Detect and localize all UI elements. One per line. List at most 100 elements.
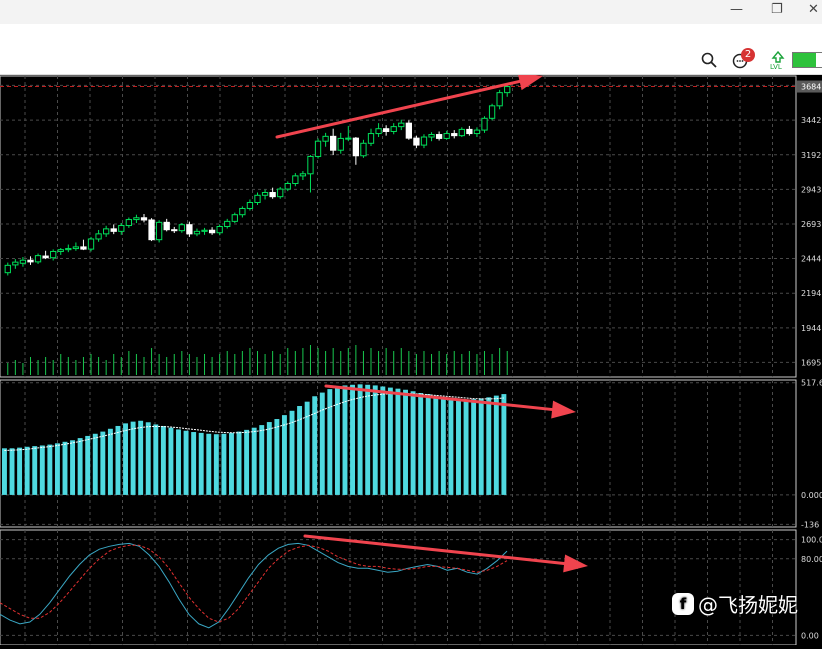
candle-body xyxy=(87,238,95,250)
restore-icon[interactable]: ❐ xyxy=(771,2,783,17)
candle-body xyxy=(458,128,465,137)
histogram-bar xyxy=(70,440,76,495)
histogram-bar xyxy=(274,419,280,495)
histogram-bar xyxy=(92,433,98,495)
histogram-bar xyxy=(410,391,416,495)
candle-body xyxy=(110,228,117,232)
histogram-bar xyxy=(380,386,386,495)
histogram-bar xyxy=(138,420,144,495)
histogram-bar xyxy=(334,386,340,495)
candle-body xyxy=(155,221,163,241)
level-indicator-fill xyxy=(793,53,816,67)
candle-body xyxy=(367,133,375,144)
candle-body xyxy=(186,224,193,235)
histogram-bar xyxy=(433,395,439,495)
candle-body xyxy=(360,142,367,157)
histogram-bar xyxy=(9,448,15,495)
candle-body xyxy=(193,230,201,235)
candle-body xyxy=(398,122,405,128)
histogram-bar xyxy=(463,399,469,495)
histogram-bar xyxy=(327,389,333,495)
candle-body xyxy=(12,261,19,266)
histogram-bar xyxy=(387,387,393,495)
candle-body xyxy=(284,183,291,190)
candle-body xyxy=(140,217,148,221)
histogram-bar xyxy=(365,384,371,495)
minimize-icon[interactable]: — xyxy=(730,2,743,17)
level-indicator xyxy=(792,52,822,68)
histogram-bar xyxy=(281,415,287,495)
histogram-bar xyxy=(100,431,106,495)
candle-body xyxy=(352,137,360,157)
candle-body xyxy=(95,233,102,240)
current-price-label: 3684 xyxy=(801,83,821,92)
histogram-bar xyxy=(206,433,212,495)
histogram-bar xyxy=(39,445,45,495)
candle-body xyxy=(330,135,337,151)
candle-body xyxy=(375,128,382,135)
candle-body xyxy=(488,105,496,119)
histogram-bar xyxy=(229,432,234,495)
candle-body xyxy=(171,229,178,232)
histogram-bar xyxy=(372,385,378,495)
candle-body xyxy=(34,255,42,263)
candle-body xyxy=(148,219,155,241)
candle-body xyxy=(481,117,488,131)
candle-body xyxy=(208,229,216,234)
histogram-bar xyxy=(123,423,128,495)
histogram-bar xyxy=(213,434,219,495)
candle-body xyxy=(405,122,412,139)
price-tick-label: 3442 xyxy=(801,116,821,125)
histogram-bar xyxy=(312,396,318,495)
histogram-bar xyxy=(350,384,356,495)
candle-body xyxy=(277,188,284,198)
platform-logo-icon: f xyxy=(672,592,694,615)
price-tick-label: 1695 xyxy=(801,358,821,367)
stochastic-tick-label: 80.00 xyxy=(801,555,822,564)
close-icon[interactable]: ✕ xyxy=(808,2,819,17)
search-icon[interactable] xyxy=(701,52,717,68)
histogram-bar xyxy=(176,429,181,495)
candle-body xyxy=(496,92,503,107)
histogram-bar xyxy=(259,425,265,495)
histogram-bar xyxy=(319,392,325,495)
histogram-bar xyxy=(54,443,60,495)
histogram-bar xyxy=(266,422,272,495)
candle-body xyxy=(337,137,344,151)
candle-body xyxy=(261,192,269,196)
candle-body xyxy=(435,134,443,139)
price-tick-label: 1944 xyxy=(801,324,821,333)
candle-body xyxy=(504,86,511,94)
notifications-button[interactable]: 2 xyxy=(732,48,756,71)
histogram-bar xyxy=(32,446,38,495)
candle-body xyxy=(443,133,450,139)
candle-body xyxy=(307,155,314,175)
histogram-bar xyxy=(456,398,461,495)
candle-body xyxy=(103,228,110,235)
histogram-bar xyxy=(478,398,484,495)
candle-body xyxy=(292,175,299,184)
candle-body xyxy=(451,133,458,137)
notification-badge: 2 xyxy=(741,48,755,62)
signal-level-button[interactable]: LVL xyxy=(770,51,786,73)
histogram-bar xyxy=(493,395,499,495)
macd-tick-label: -136 xyxy=(801,520,819,529)
stochastic-tick-label: 100.0 xyxy=(801,536,822,545)
watermark-text: @飞扬妮妮 xyxy=(698,593,798,617)
candle-body xyxy=(254,194,261,204)
watermark: f @飞扬妮妮 xyxy=(672,589,798,618)
candle-body xyxy=(118,225,125,232)
histogram-bar xyxy=(107,428,113,495)
lvl-label: LVL xyxy=(770,63,782,71)
candle-body xyxy=(269,192,276,198)
candle-body xyxy=(57,249,64,252)
candle-body xyxy=(201,229,208,232)
histogram-bar xyxy=(17,447,23,495)
histogram-bar xyxy=(47,444,53,495)
candle-body xyxy=(72,246,80,250)
candle-body xyxy=(4,264,11,274)
histogram-bar xyxy=(191,432,197,495)
histogram-bar xyxy=(62,441,68,495)
chart-window[interactable]: 3692344231922943269324442194194416953684… xyxy=(0,72,822,646)
histogram-bar xyxy=(471,399,477,495)
